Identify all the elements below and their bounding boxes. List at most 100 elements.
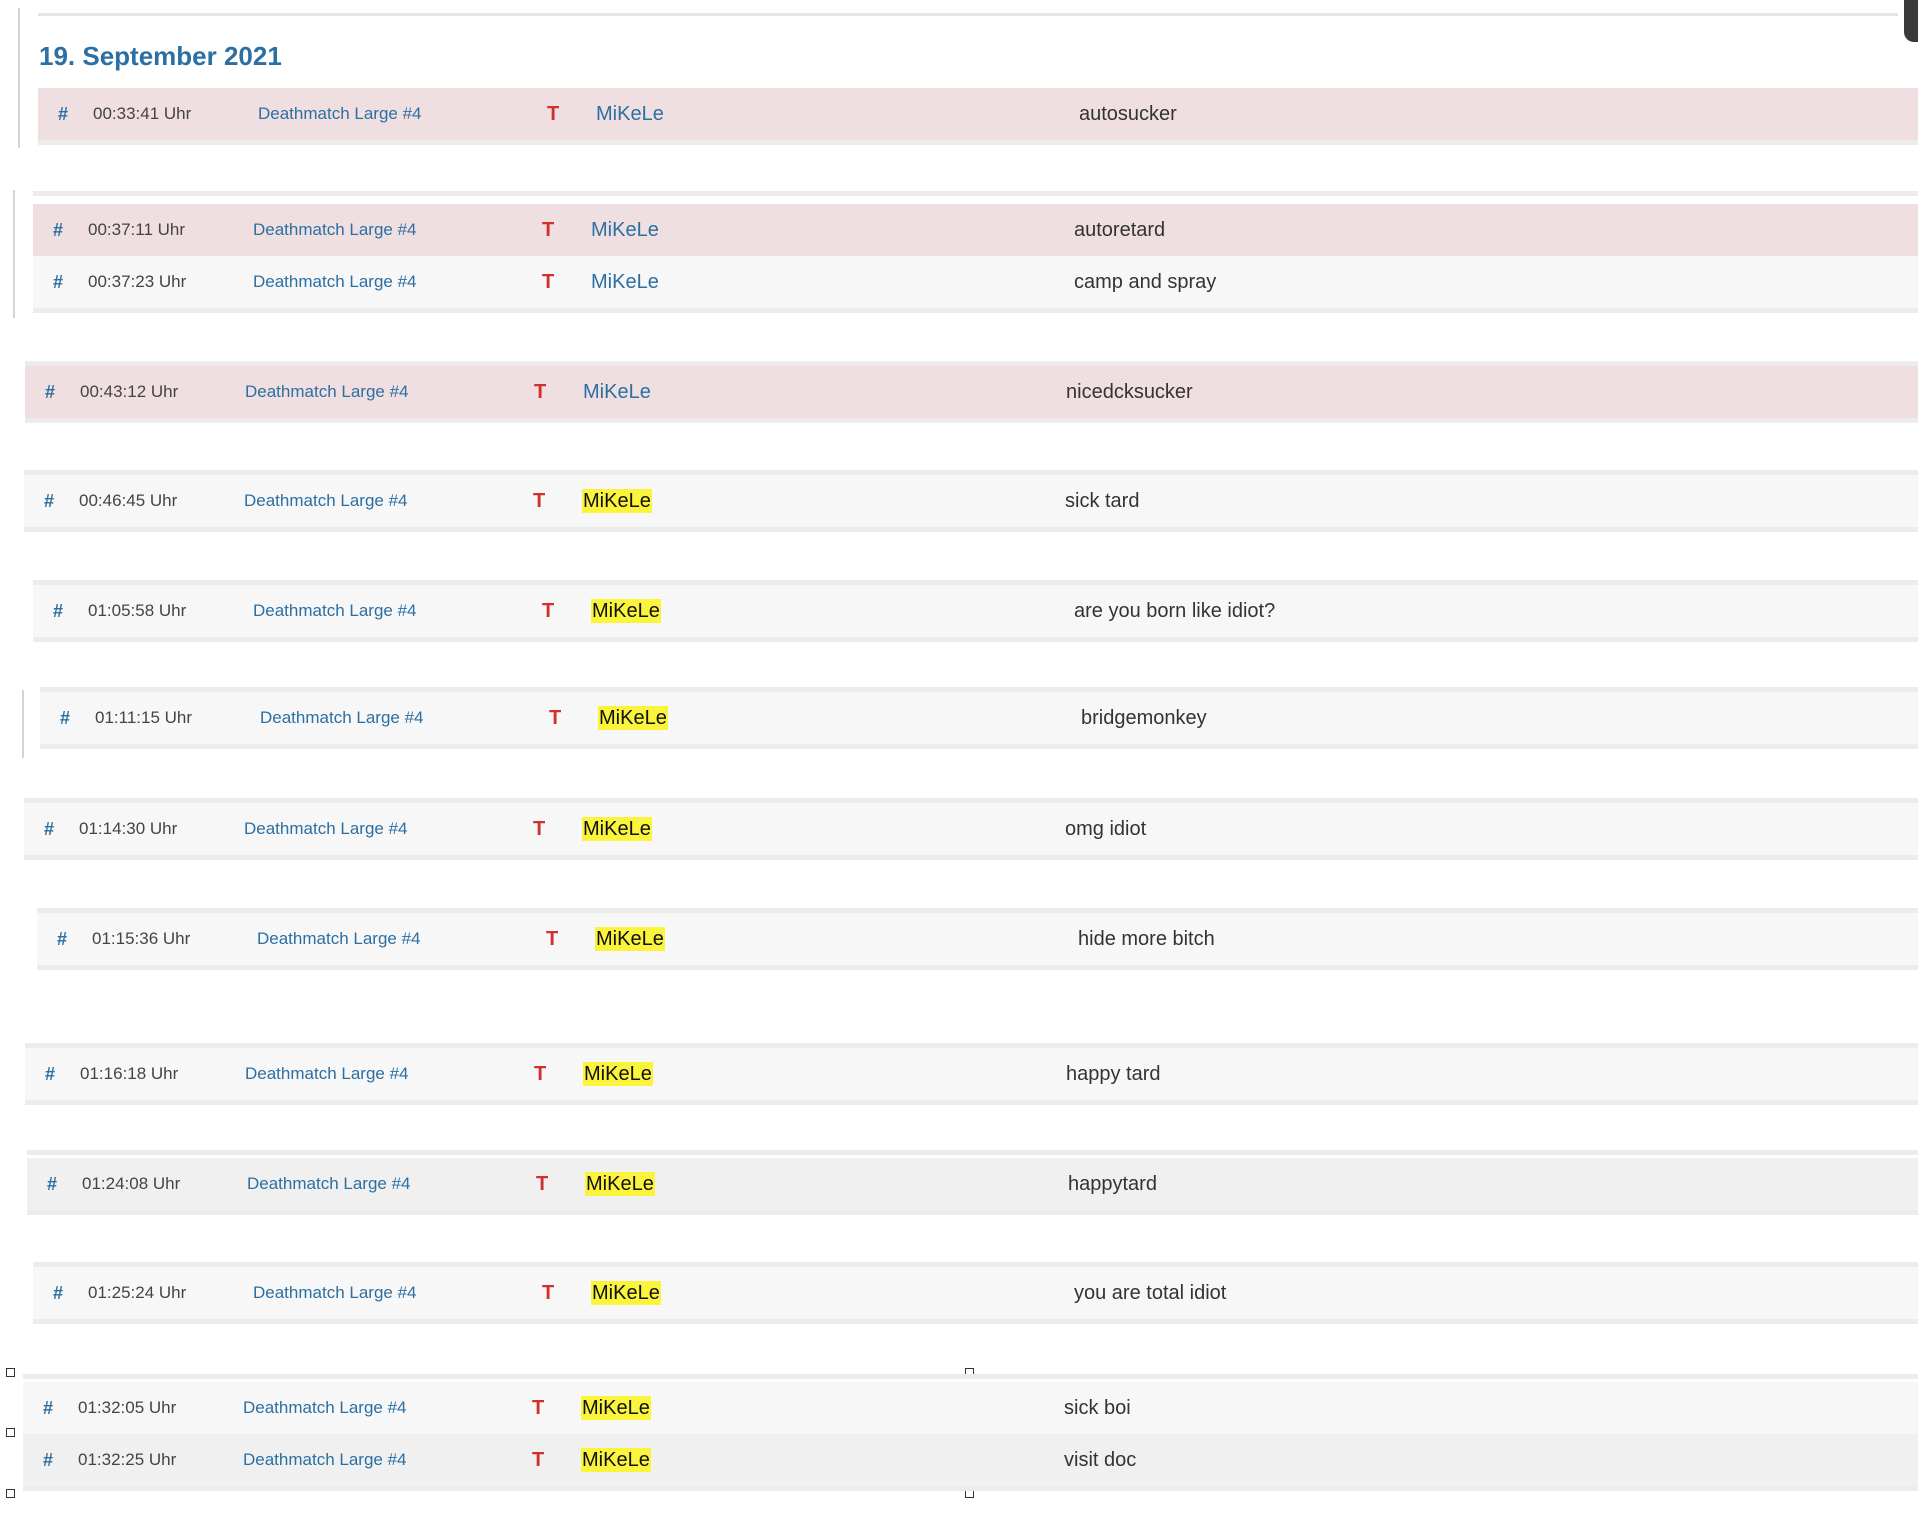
player-name-highlighted[interactable]: MiKeLe: [591, 1281, 661, 1305]
server-link[interactable]: Deathmatch Large #4: [243, 1434, 407, 1486]
server-link[interactable]: Deathmatch Large #4: [253, 585, 417, 637]
hash-icon[interactable]: #: [44, 803, 54, 855]
team-t-icon: T: [542, 600, 555, 622]
player-link[interactable]: MiKeLe: [596, 88, 664, 140]
row-time: 01:32:25 Uhr: [78, 1450, 177, 1469]
player-link[interactable]: MiKeLe: [582, 803, 652, 855]
hash-icon[interactable]: #: [43, 1382, 53, 1434]
server-link[interactable]: Deathmatch Large #4: [253, 256, 417, 308]
player-name-highlighted[interactable]: MiKeLe: [598, 706, 668, 730]
server-link[interactable]: Deathmatch Large #4: [244, 475, 408, 527]
row-time: 01:14:30 Uhr: [79, 819, 178, 838]
player-link[interactable]: MiKeLe: [581, 1382, 651, 1434]
row-divider: [37, 965, 1918, 970]
chat-log-page: 19. September 2021 # 00:33:41 Uhr Deathm…: [0, 0, 1918, 1526]
player-link[interactable]: MiKeLe: [591, 585, 661, 637]
row-divider: [25, 1100, 1918, 1105]
player-name-highlighted[interactable]: MiKeLe: [582, 489, 652, 513]
hash-icon[interactable]: #: [53, 204, 63, 256]
chat-message: sick boi: [1064, 1397, 1131, 1419]
team-t-icon: T: [534, 381, 547, 403]
row-time: 01:32:05 Uhr: [78, 1398, 177, 1417]
row-time: 00:43:12 Uhr: [80, 382, 179, 401]
player-name[interactable]: MiKeLe: [591, 271, 659, 293]
player-name-highlighted[interactable]: MiKeLe: [582, 817, 652, 841]
player-name[interactable]: MiKeLe: [591, 219, 659, 241]
row-divider: [25, 418, 1918, 423]
player-name[interactable]: MiKeLe: [583, 381, 651, 403]
hash-icon[interactable]: #: [53, 585, 63, 637]
team-t-icon: T: [542, 219, 555, 241]
player-link[interactable]: MiKeLe: [595, 913, 665, 965]
hash-icon[interactable]: #: [47, 1158, 57, 1210]
table-row: # 00:46:45 Uhr Deathmatch Large #4 T MiK…: [24, 475, 1918, 527]
row-time: 00:37:23 Uhr: [88, 272, 187, 291]
server-link[interactable]: Deathmatch Large #4: [253, 1267, 417, 1319]
team-t-icon: T: [542, 1282, 555, 1304]
player-name-highlighted[interactable]: MiKeLe: [583, 1062, 653, 1086]
hash-icon[interactable]: #: [60, 692, 70, 744]
server-link[interactable]: Deathmatch Large #4: [258, 88, 422, 140]
player-link[interactable]: MiKeLe: [591, 1267, 661, 1319]
player-name-highlighted[interactable]: MiKeLe: [585, 1172, 655, 1196]
server-link[interactable]: Deathmatch Large #4: [245, 1048, 409, 1100]
player-link[interactable]: MiKeLe: [582, 475, 652, 527]
player-link[interactable]: MiKeLe: [591, 256, 659, 308]
team-t-icon: T: [533, 490, 546, 512]
row-divider: [23, 1486, 1918, 1491]
selection-handle[interactable]: [6, 1368, 15, 1377]
table-row: # 00:37:11 Uhr Deathmatch Large #4 T MiK…: [33, 204, 1918, 256]
row-divider: [33, 308, 1918, 313]
player-link[interactable]: MiKeLe: [583, 366, 651, 418]
table-row: # 01:24:08 Uhr Deathmatch Large #4 T MiK…: [27, 1158, 1918, 1210]
table-row: # 00:37:23 Uhr Deathmatch Large #4 T MiK…: [33, 256, 1918, 308]
selection-handle[interactable]: [6, 1489, 15, 1498]
team-t-icon: T: [549, 707, 562, 729]
team-t-icon: T: [534, 1063, 547, 1085]
row-time: 01:11:15 Uhr: [95, 708, 193, 727]
hash-icon[interactable]: #: [45, 1048, 55, 1100]
row-divider: [33, 637, 1918, 642]
player-link[interactable]: MiKeLe: [598, 692, 668, 744]
player-name-highlighted[interactable]: MiKeLe: [595, 927, 665, 951]
chat-message: are you born like idiot?: [1074, 600, 1276, 622]
player-link[interactable]: MiKeLe: [591, 204, 659, 256]
player-name[interactable]: MiKeLe: [596, 103, 664, 125]
table-row: # 00:43:12 Uhr Deathmatch Large #4 T MiK…: [25, 366, 1918, 418]
server-link[interactable]: Deathmatch Large #4: [244, 803, 408, 855]
hash-icon[interactable]: #: [53, 256, 63, 308]
chat-message: nicedcksucker: [1066, 381, 1193, 403]
chat-message: bridgemonkey: [1081, 707, 1207, 729]
server-link[interactable]: Deathmatch Large #4: [245, 366, 409, 418]
chat-message: sick tard: [1065, 490, 1140, 512]
server-link[interactable]: Deathmatch Large #4: [243, 1382, 407, 1434]
team-t-icon: T: [547, 103, 560, 125]
player-name-highlighted[interactable]: MiKeLe: [581, 1396, 651, 1420]
chat-message: you are total idiot: [1074, 1282, 1227, 1304]
hash-icon[interactable]: #: [45, 366, 55, 418]
row-time: 01:16:18 Uhr: [80, 1064, 179, 1083]
hash-icon[interactable]: #: [43, 1434, 53, 1486]
server-link[interactable]: Deathmatch Large #4: [257, 913, 421, 965]
row-time: 00:33:41 Uhr: [93, 104, 192, 123]
row-time: 00:37:11 Uhr: [88, 220, 186, 239]
player-name-highlighted[interactable]: MiKeLe: [581, 1448, 651, 1472]
team-t-icon: T: [533, 818, 546, 840]
server-link[interactable]: Deathmatch Large #4: [247, 1158, 411, 1210]
hash-icon[interactable]: #: [53, 1267, 63, 1319]
server-link[interactable]: Deathmatch Large #4: [260, 692, 424, 744]
player-link[interactable]: MiKeLe: [581, 1434, 651, 1486]
hash-icon[interactable]: #: [58, 88, 68, 140]
date-heading: 19. September 2021: [39, 41, 282, 71]
hash-icon[interactable]: #: [57, 913, 67, 965]
player-link[interactable]: MiKeLe: [585, 1158, 655, 1210]
chat-message: autosucker: [1079, 103, 1177, 125]
row-divider: [24, 855, 1918, 860]
row-group-border: [13, 190, 15, 318]
player-link[interactable]: MiKeLe: [583, 1048, 653, 1100]
hash-icon[interactable]: #: [44, 475, 54, 527]
server-link[interactable]: Deathmatch Large #4: [253, 204, 417, 256]
table-row: # 01:15:36 Uhr Deathmatch Large #4 T MiK…: [37, 913, 1918, 965]
selection-handle[interactable]: [6, 1428, 15, 1437]
player-name-highlighted[interactable]: MiKeLe: [591, 599, 661, 623]
